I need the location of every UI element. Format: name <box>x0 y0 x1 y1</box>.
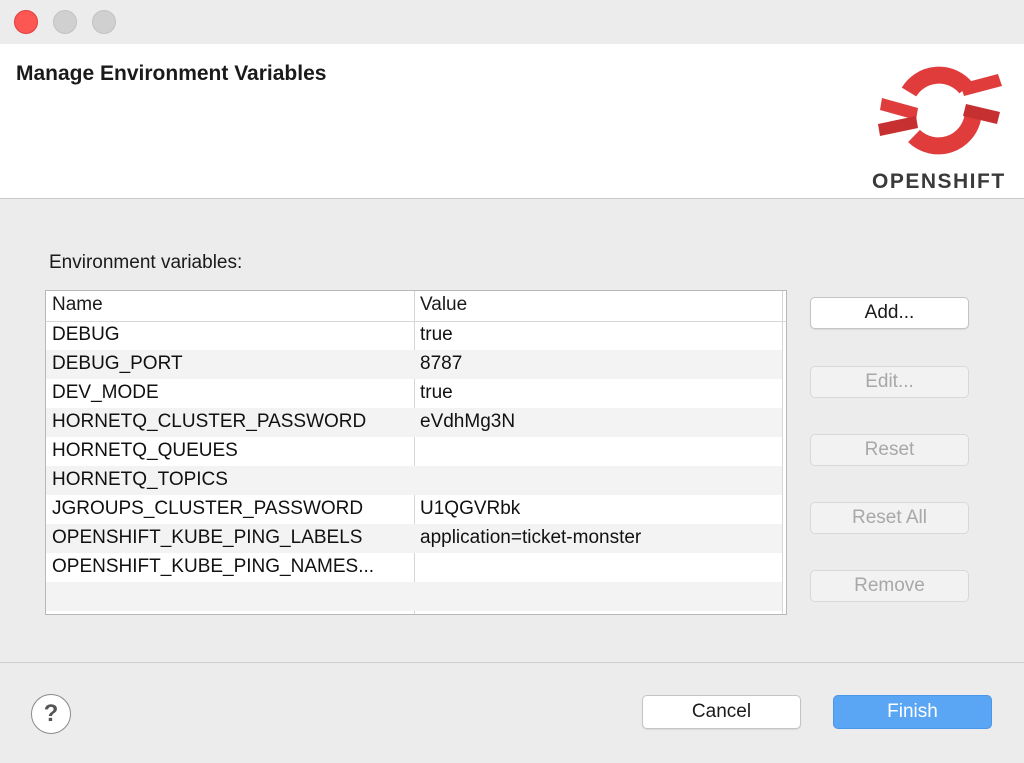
column-divider-end <box>782 291 783 321</box>
table-row[interactable]: JGROUPS_CLUSTER_PASSWORD U1QGVRbk <box>46 495 782 524</box>
window-minimize-button[interactable] <box>53 10 77 34</box>
row-name: HORNETQ_QUEUES <box>52 440 238 461</box>
row-value: 8787 <box>420 353 463 374</box>
table-row[interactable]: HORNETQ_QUEUES <box>46 437 782 466</box>
window-close-button[interactable] <box>14 10 38 34</box>
table-row[interactable]: DEBUG true <box>46 321 782 350</box>
row-value: true <box>420 382 453 403</box>
row-name: JGROUPS_CLUSTER_PASSWORD <box>52 498 364 519</box>
row-name: HORNETQ_TOPICS <box>52 469 228 490</box>
row-name: OPENSHIFT_KUBE_PING_NAMES... <box>52 556 375 577</box>
row-name: DEBUG <box>52 324 120 345</box>
dialog-title: Manage Environment Variables <box>16 62 327 85</box>
finish-button[interactable]: Finish <box>833 695 992 729</box>
env-vars-label: Environment variables: <box>49 252 243 273</box>
row-value: application=ticket-monster <box>420 527 642 548</box>
row-name: DEBUG_PORT <box>52 353 183 374</box>
add-button[interactable]: Add... <box>810 297 969 329</box>
reset-all-button[interactable]: Reset All <box>810 502 969 534</box>
row-value: U1QGVRbk <box>420 498 521 519</box>
window-maximize-button[interactable] <box>92 10 116 34</box>
table-row[interactable] <box>46 582 782 611</box>
row-name: OPENSHIFT_KUBE_PING_LABELS <box>52 527 363 548</box>
table-row[interactable]: OPENSHIFT_KUBE_PING_LABELS application=t… <box>46 524 782 553</box>
row-name: HORNETQ_CLUSTER_PASSWORD <box>52 411 367 432</box>
table-header: Name Value <box>46 291 786 322</box>
row-name: DEV_MODE <box>52 382 159 403</box>
table-row[interactable]: DEV_MODE true <box>46 379 782 408</box>
footer-divider <box>0 662 1024 663</box>
cancel-button[interactable]: Cancel <box>642 695 801 729</box>
column-header-value[interactable]: Value <box>420 294 467 316</box>
reset-button[interactable]: Reset <box>810 434 969 466</box>
edit-button[interactable]: Edit... <box>810 366 969 398</box>
help-icon[interactable]: ? <box>31 694 71 734</box>
row-value: eVdhMg3N <box>420 411 516 432</box>
row-value: true <box>420 324 453 345</box>
table-row[interactable]: HORNETQ_CLUSTER_PASSWORD eVdhMg3N <box>46 408 782 437</box>
remove-button[interactable]: Remove <box>810 570 969 602</box>
openshift-logo-text: OPENSHIFT <box>872 170 1006 193</box>
openshift-logo-icon <box>878 66 1002 155</box>
dialog-banner: Manage Environment Variables OPENSHIFT <box>0 44 1024 199</box>
window-titlebar <box>0 0 1024 44</box>
table-row[interactable]: OPENSHIFT_KUBE_PING_NAMES... <box>46 553 782 582</box>
table-right-edge <box>782 321 783 614</box>
env-vars-table[interactable]: Name Value DEBUG true DEBUG_PORT 8787 DE… <box>45 290 787 615</box>
column-header-name[interactable]: Name <box>52 294 103 316</box>
table-row[interactable]: HORNETQ_TOPICS <box>46 466 782 495</box>
table-row[interactable]: DEBUG_PORT 8787 <box>46 350 782 379</box>
